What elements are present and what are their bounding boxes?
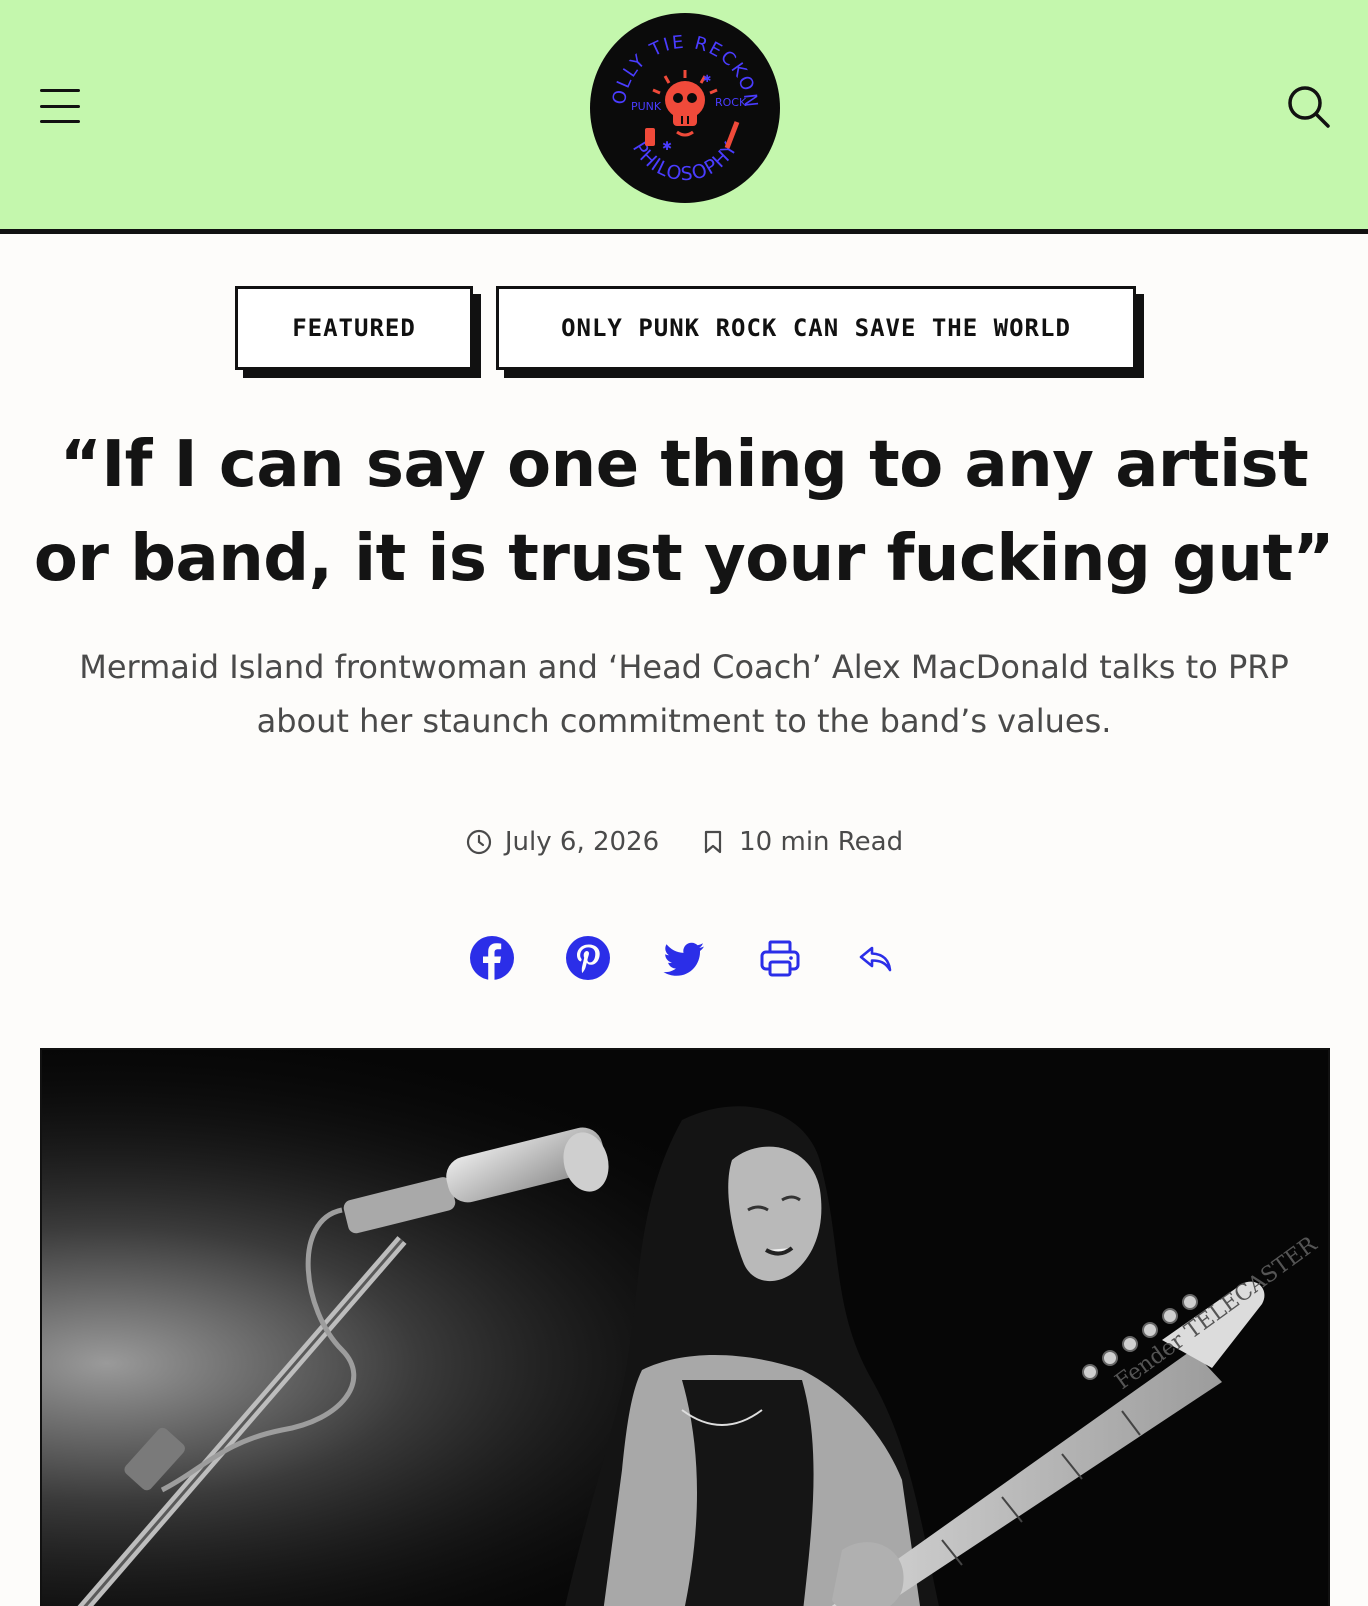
article-meta: July 6, 2026 10 min Read <box>0 822 1368 862</box>
share-icon[interactable] <box>852 934 900 982</box>
tag-category[interactable]: ONLY PUNK ROCK CAN SAVE THE WORLD <box>496 286 1136 370</box>
article-subtitle: Mermaid Island frontwoman and ‘Head Coac… <box>79 648 1289 740</box>
logo-left-text: PUNK <box>631 100 662 113</box>
hero-photo: Fender TELECASTER <box>42 1050 1328 1606</box>
search-icon[interactable] <box>1286 84 1332 130</box>
facebook-icon[interactable] <box>468 934 516 982</box>
publish-date: July 6, 2026 <box>504 827 660 857</box>
tag-featured[interactable]: FEATURED <box>235 286 473 370</box>
share-bar <box>0 932 1368 984</box>
article-title: “If I can say one thing to any artist or… <box>33 428 1335 596</box>
site-header: MOLLY TIE RECKONS PHILOSOPHY PUNK ROCK ✱… <box>0 0 1368 234</box>
twitter-icon[interactable] <box>660 934 708 982</box>
svg-text:✱: ✱ <box>662 139 672 153</box>
read-time: 10 min Read <box>739 827 904 857</box>
print-icon[interactable] <box>756 934 804 982</box>
site-logo[interactable]: MOLLY TIE RECKONS PHILOSOPHY PUNK ROCK ✱… <box>587 10 783 206</box>
pinterest-icon[interactable] <box>564 934 612 982</box>
logo-right-text: ROCK <box>715 96 747 109</box>
clock-icon <box>466 829 491 855</box>
bookmark-icon <box>705 830 722 854</box>
svg-text:✱: ✱ <box>703 74 711 85</box>
hero-image: Fender TELECASTER <box>40 1048 1330 1606</box>
menu-icon[interactable] <box>38 84 82 128</box>
